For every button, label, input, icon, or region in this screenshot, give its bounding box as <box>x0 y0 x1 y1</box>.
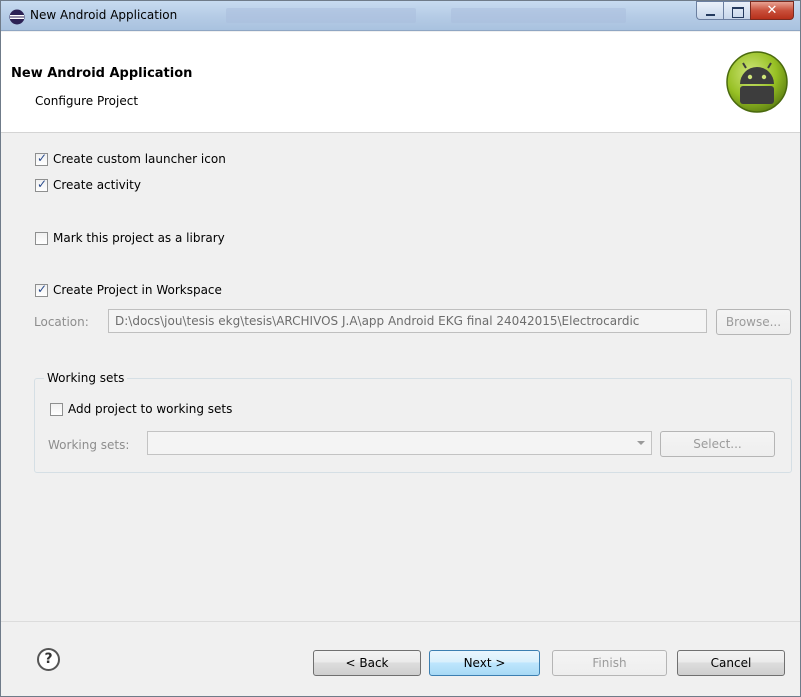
checkbox-label: Mark this project as a library <box>53 231 225 245</box>
create-in-workspace-checkbox[interactable]: Create Project in Workspace <box>35 282 222 297</box>
wizard-header: New Android Application Configure Projec… <box>1 32 800 133</box>
close-icon: ✕ <box>766 3 778 18</box>
checkbox-checked-icon[interactable] <box>35 151 48 166</box>
finish-button[interactable]: Finish <box>552 650 667 676</box>
working-sets-select[interactable] <box>147 431 652 455</box>
create-activity-checkbox[interactable]: Create activity <box>35 177 141 192</box>
mark-library-checkbox[interactable]: Mark this project as a library <box>35 231 225 245</box>
background-tab-ghost <box>451 8 626 23</box>
back-button[interactable]: < Back <box>313 650 421 676</box>
checkbox-label: Create activity <box>53 178 141 192</box>
close-button[interactable]: ✕ <box>750 1 794 20</box>
location-input[interactable]: D:\docs\jou\tesis ekg\tesis\ARCHIVOS J.A… <box>108 309 707 333</box>
dialog-window: New Android Application ✕ New Android Ap… <box>0 0 801 697</box>
checkbox-label: Add project to working sets <box>68 402 233 416</box>
maximize-button[interactable] <box>723 1 750 20</box>
checkbox-label: Create custom launcher icon <box>53 152 226 166</box>
window-controls: ✕ <box>696 1 794 21</box>
cancel-button[interactable]: Cancel <box>677 650 785 676</box>
page-title: New Android Application <box>11 66 193 81</box>
working-sets-group-title: Working sets <box>44 371 128 385</box>
help-icon[interactable]: ? <box>37 648 60 671</box>
chevron-down-icon[interactable] <box>637 441 645 445</box>
footer-divider <box>1 621 800 622</box>
working-sets-label: Working sets: <box>48 438 130 452</box>
android-logo-icon <box>726 51 788 113</box>
eclipse-icon <box>9 9 25 25</box>
window-title: New Android Application <box>30 8 178 22</box>
next-button[interactable]: Next > <box>429 650 540 676</box>
add-to-working-sets-checkbox[interactable]: Add project to working sets <box>50 402 232 416</box>
minimize-button[interactable] <box>696 1 723 20</box>
title-bar[interactable]: New Android Application ✕ <box>1 1 800 31</box>
location-label: Location: <box>34 315 89 329</box>
browse-button[interactable]: Browse... <box>716 309 791 335</box>
checkbox-label: Create Project in Workspace <box>53 283 222 297</box>
checkbox-checked-icon[interactable] <box>35 282 48 297</box>
checkbox-checked-icon[interactable] <box>35 177 48 192</box>
page-subtitle: Configure Project <box>35 94 139 108</box>
working-sets-group <box>34 378 792 473</box>
checkbox-unchecked-icon[interactable] <box>50 402 63 416</box>
background-tab-ghost <box>226 8 416 23</box>
custom-launcher-icon-checkbox[interactable]: Create custom launcher icon <box>35 151 226 166</box>
checkbox-unchecked-icon[interactable] <box>35 231 48 245</box>
select-working-sets-button[interactable]: Select... <box>660 431 775 457</box>
